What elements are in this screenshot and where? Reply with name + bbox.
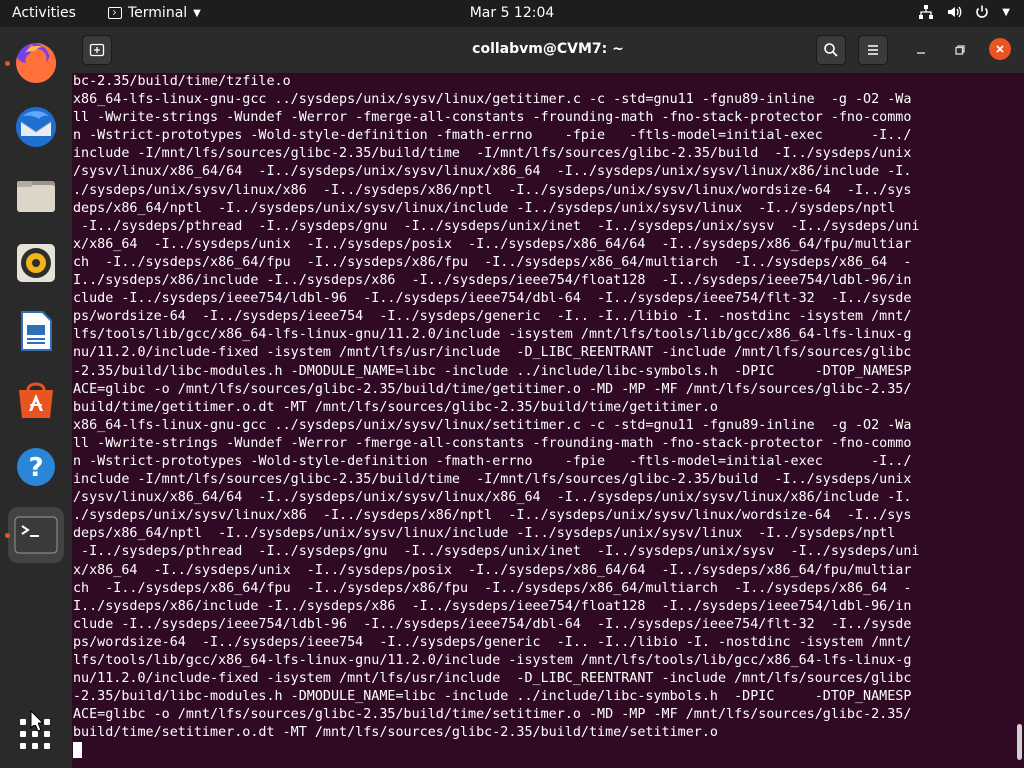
new-tab-icon xyxy=(89,43,105,57)
search-icon xyxy=(824,43,838,57)
terminal-line: ps/wordsize-64 -I../sysdeps/ieee754 -I..… xyxy=(73,634,912,650)
running-indicator xyxy=(5,61,10,66)
dock-help[interactable]: ? xyxy=(8,439,64,495)
dock-terminal[interactable] xyxy=(5,507,64,563)
terminal-line: nu/11.2.0/include-fixed -isystem /mnt/lf… xyxy=(73,345,912,361)
system-menu[interactable]: ▼ xyxy=(918,4,1010,20)
new-tab-button[interactable] xyxy=(82,35,112,65)
dock-thunderbird[interactable] xyxy=(8,99,64,155)
svg-text:?: ? xyxy=(28,453,43,483)
top-bar: Activities Terminal ▼ Mar 5 12:04 ▼ xyxy=(0,0,1024,27)
terminal-line: ./sysdeps/unix/sysv/linux/x86 -I../sysde… xyxy=(73,182,912,198)
terminal-line: -I../sysdeps/pthread -I../sysdeps/gnu -I… xyxy=(73,544,920,560)
restore-icon xyxy=(955,45,965,55)
dock-libreoffice-writer[interactable] xyxy=(8,303,64,359)
terminal-line: ps/wordsize-64 -I../sysdeps/ieee754 -I..… xyxy=(73,309,912,325)
terminal-line: deps/x86_64/nptl -I../sysdeps/unix/sysv/… xyxy=(73,200,896,216)
prompt-line xyxy=(73,742,1024,760)
terminal-line: x/x86_64 -I../sysdeps/unix -I../sysdeps/… xyxy=(73,562,912,578)
terminal-line: n -Wstrict-prototypes -Wold-style-defini… xyxy=(73,128,912,144)
close-icon xyxy=(996,45,1004,53)
terminal-line: build/time/getitimer.o.dt -MT /mnt/lfs/s… xyxy=(73,399,718,415)
thunderbird-icon xyxy=(16,107,56,147)
chevron-down-icon: ▼ xyxy=(1002,6,1010,18)
power-icon xyxy=(974,4,990,20)
terminal-line: n -Wstrict-prototypes -Wold-style-defini… xyxy=(73,453,912,469)
terminal-line: I../sysdeps/x86/include -I../sysdeps/x86… xyxy=(73,273,912,289)
volume-icon xyxy=(946,4,962,20)
terminal-line: deps/x86_64/nptl -I../sysdeps/unix/sysv/… xyxy=(73,526,896,542)
terminal-line: clude -I../sysdeps/ieee754/ldbl-96 -I../… xyxy=(73,291,912,307)
show-applications-button[interactable] xyxy=(20,719,52,751)
terminal-line: lfs/tools/lib/gcc/x86_64-lfs-linux-gnu/1… xyxy=(73,653,912,668)
terminal-line: I../sysdeps/x86/include -I../sysdeps/x86… xyxy=(73,598,912,614)
terminal-line: lfs/tools/lib/gcc/x86_64-lfs-linux-gnu/1… xyxy=(73,327,912,343)
terminal-output: bc-2.35/build/time/tzfile.o x86_64-lfs-li… xyxy=(72,73,1024,761)
terminal-line: ACE=glibc -o /mnt/lfs/sources/glibc-2.35… xyxy=(73,381,912,397)
terminal-line: nu/11.2.0/include-fixed -isystem /mnt/lf… xyxy=(73,671,912,687)
terminal-line: ll -Wwrite-strings -Wundef -Werror -fmer… xyxy=(73,110,912,126)
header-bar[interactable]: collabvm@CVM7: ~ xyxy=(72,27,1024,73)
dock-firefox[interactable] xyxy=(5,35,64,91)
terminal-line: clude -I../sysdeps/ieee754/ldbl-96 -I../… xyxy=(73,616,912,632)
terminal-line: -2.35/build/libc-modules.h -DMODULE_NAME… xyxy=(73,363,912,379)
maximize-button[interactable] xyxy=(948,38,972,62)
dock-files[interactable] xyxy=(8,167,64,223)
terminal-line: /sysv/linux/x86_64/64 -I../sysdeps/unix/… xyxy=(73,164,912,180)
menu-button[interactable] xyxy=(858,35,888,65)
dock-rhythmbox[interactable] xyxy=(8,235,64,291)
minimize-button[interactable] xyxy=(909,38,933,62)
dock-app-center[interactable] xyxy=(8,371,64,427)
text-cursor xyxy=(73,742,82,759)
network-icon xyxy=(918,4,934,20)
close-button[interactable] xyxy=(989,38,1011,60)
terminal-line: ch -I../sysdeps/x86_64/fpu -I../sysdeps/… xyxy=(73,254,912,270)
terminal-line: ll -Wwrite-strings -Wundef -Werror -fmer… xyxy=(73,435,912,451)
app-menu[interactable]: Terminal ▼ xyxy=(108,5,201,21)
terminal-line: include -I/mnt/lfs/sources/glibc-2.35/bu… xyxy=(73,472,912,488)
terminal-line: x/x86_64 -I../sysdeps/unix -I../sysdeps/… xyxy=(73,236,912,252)
terminal-line: include -I/mnt/lfs/sources/glibc-2.35/bu… xyxy=(73,146,912,162)
dock: ? xyxy=(0,27,72,768)
app-menu-label: Terminal xyxy=(128,5,188,21)
activities-button[interactable]: Activities xyxy=(12,5,76,21)
chevron-down-icon: ▼ xyxy=(193,7,201,19)
terminal-app-icon xyxy=(108,7,122,19)
help-icon: ? xyxy=(17,448,55,486)
terminal-line: ACE=glibc -o /mnt/lfs/sources/glibc-2.35… xyxy=(73,707,912,723)
rhythmbox-icon xyxy=(17,244,55,282)
files-icon xyxy=(17,181,55,212)
running-indicator xyxy=(5,533,10,538)
terminal-line: ./sysdeps/unix/sysv/linux/x86 -I../sysde… xyxy=(73,508,912,524)
terminal-line: -I../sysdeps/pthread -I../sysdeps/gnu -I… xyxy=(73,218,920,234)
terminal-icon xyxy=(14,516,58,554)
terminal-line: x86_64-lfs-linux-gnu-gcc ../sysdeps/unix… xyxy=(73,417,912,433)
terminal-area[interactable]: bc-2.35/build/time/tzfile.o x86_64-lfs-li… xyxy=(72,73,1024,768)
terminal-line: build/time/setitimer.o.dt -MT /mnt/lfs/s… xyxy=(73,725,718,741)
terminal-line: -2.35/build/libc-modules.h -DMODULE_NAME… xyxy=(73,689,912,705)
search-button[interactable] xyxy=(816,35,846,65)
terminal-line: /sysv/linux/x86_64/64 -I../sysdeps/unix/… xyxy=(73,490,912,506)
minimize-icon xyxy=(917,52,925,54)
hamburger-menu-icon xyxy=(868,45,878,55)
terminal-line: bc-2.35/build/time/tzfile.o xyxy=(73,74,291,89)
clock[interactable]: Mar 5 12:04 xyxy=(470,5,555,21)
app-center-icon xyxy=(19,382,53,418)
terminal-line: ch -I../sysdeps/x86_64/fpu -I../sysdeps/… xyxy=(73,580,912,596)
terminal-window: collabvm@CVM7: ~ bc-2.35/build/time/tzfi… xyxy=(72,27,1024,768)
writer-icon xyxy=(21,311,52,351)
scrollbar-thumb[interactable] xyxy=(1017,724,1022,760)
terminal-line: x86_64-lfs-linux-gnu-gcc ../sysdeps/unix… xyxy=(73,92,912,108)
firefox-icon xyxy=(16,42,57,83)
